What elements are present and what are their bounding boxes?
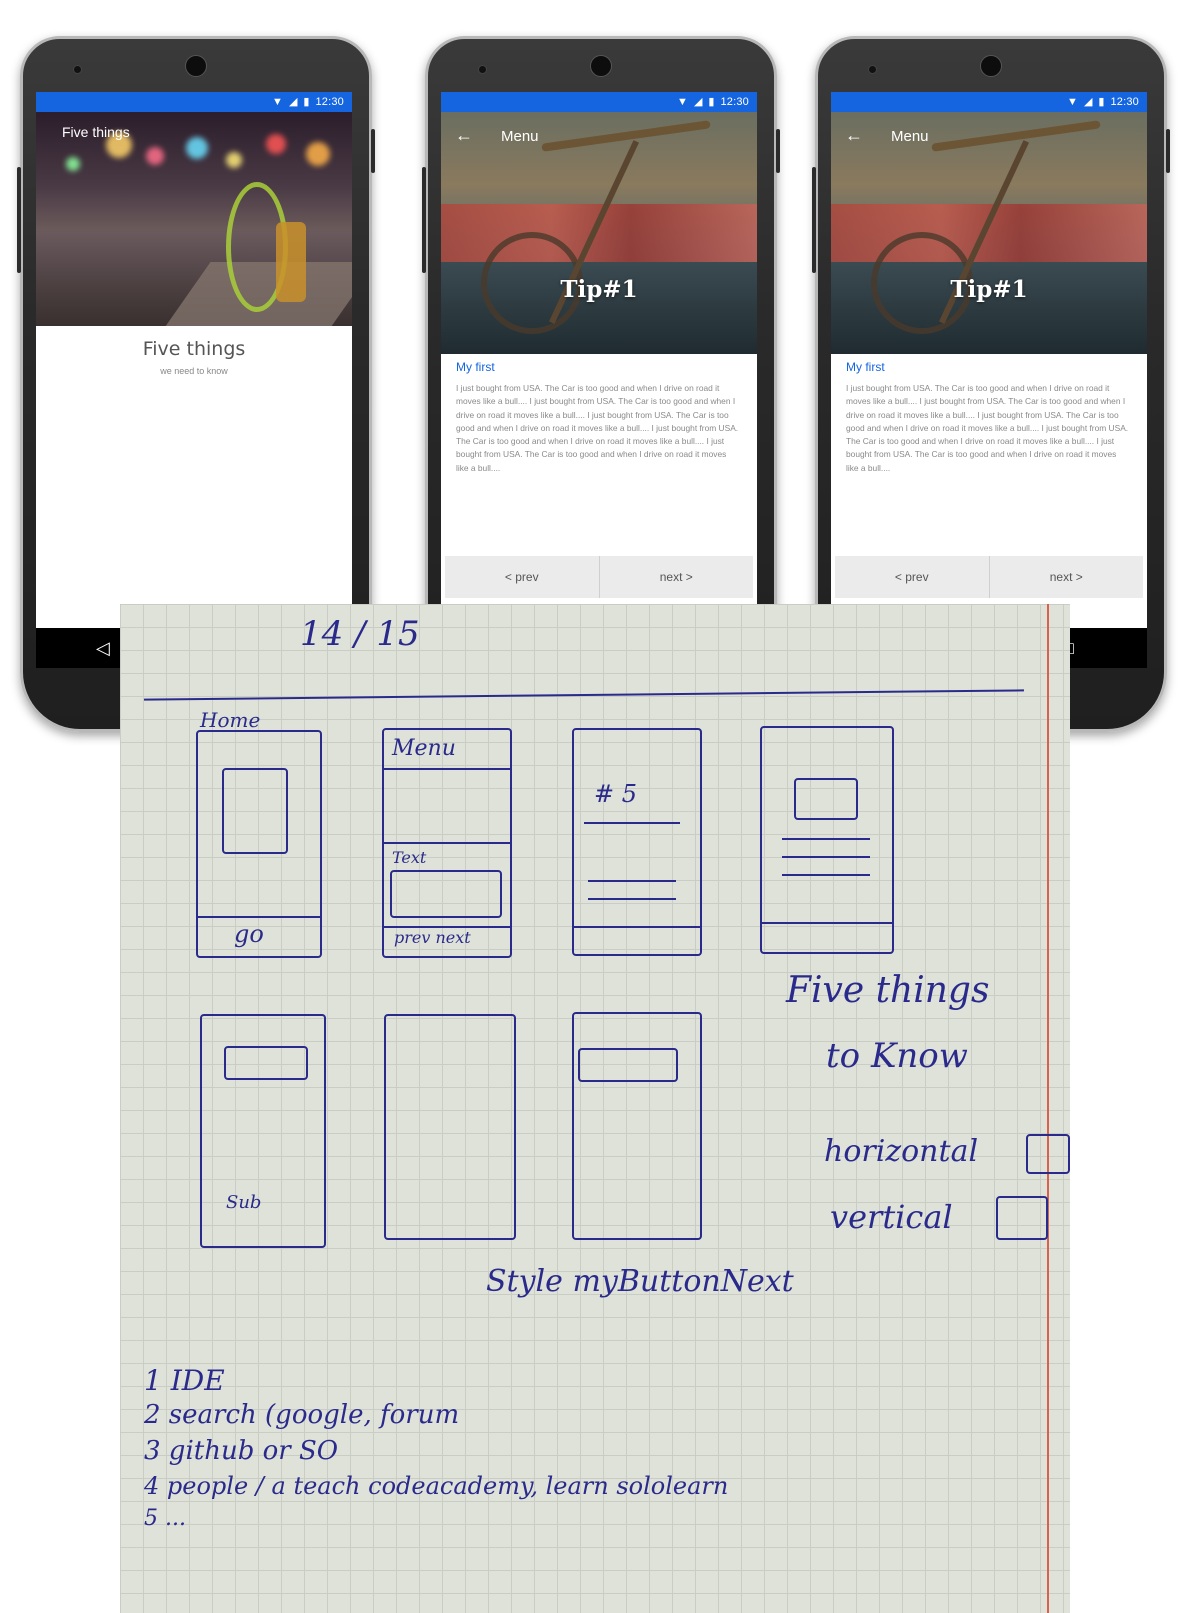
margin-line — [1047, 604, 1049, 1613]
page-subtitle: we need to know — [160, 366, 228, 376]
wifi-icon: ▼ — [1067, 95, 1078, 108]
notebook-sketch: 14 / 15 Home go Menu Text prev next # 5 … — [120, 604, 1070, 1613]
pager: < prev next > — [835, 556, 1143, 598]
list-item: 1 IDE — [144, 1364, 225, 1397]
section-heading: My first — [846, 360, 885, 374]
header-rule — [144, 689, 1024, 701]
list-item: 3 github or SO — [144, 1436, 339, 1466]
body-text: I just bought from USA. The Car is too g… — [846, 383, 1129, 473]
hero-image: ← Menu Tip#1 — [441, 112, 757, 354]
note-horizontal: horizontal — [824, 1134, 979, 1169]
vertical-layout-icon — [996, 1196, 1048, 1240]
next-button[interactable]: next > — [600, 556, 754, 598]
battery-icon: ▮ — [708, 96, 715, 108]
body-text: I just bought from USA. The Car is too g… — [456, 383, 739, 473]
volume-button — [422, 167, 426, 273]
status-time: 12:30 — [720, 95, 749, 108]
hero-title: Tip#1 — [950, 276, 1028, 303]
status-bar: ▼ ◢ ▮ 12:30 — [831, 92, 1147, 112]
hero-image: Five things — [36, 112, 352, 326]
submit-label: Sub — [226, 1192, 262, 1213]
wifi-icon: ▼ — [272, 95, 283, 108]
menu-label: Menu — [392, 736, 456, 761]
status-time: 12:30 — [315, 95, 344, 108]
wifi-icon: ▼ — [677, 95, 688, 108]
signal-icon: ◢ — [693, 96, 703, 108]
camera-sensor — [478, 65, 487, 74]
screen: ▼ ◢ ▮ 12:30 ← Menu Tip#1 My first I just… — [441, 92, 757, 628]
next-button[interactable]: next > — [990, 556, 1144, 598]
speaker — [185, 55, 207, 77]
pager: < prev next > — [445, 556, 753, 598]
volume-button — [17, 167, 21, 273]
list-item: 2 search (google, forum — [144, 1400, 460, 1430]
back-nav-icon[interactable]: ◁ — [96, 637, 110, 659]
status-bar: ▼ ◢ ▮ 12:30 — [441, 92, 757, 112]
camera-sensor — [73, 65, 82, 74]
wireframe-article — [760, 726, 894, 954]
screen: ▼ ◢ ▮ 12:30 ← Menu Tip#1 My first I just… — [831, 92, 1147, 628]
signal-icon: ◢ — [288, 96, 298, 108]
power-button — [776, 129, 780, 173]
wireframe-tip: # 5 — [572, 728, 702, 956]
note-vertical: vertical — [830, 1198, 953, 1236]
note-five-things: Five things — [786, 970, 990, 1011]
speaker — [590, 55, 612, 77]
home-go-label: go — [234, 920, 264, 948]
power-button — [1166, 129, 1170, 173]
back-arrow-icon[interactable]: ← — [845, 125, 863, 146]
sketch-date: 14 / 15 — [300, 614, 420, 654]
status-time: 12:30 — [1110, 95, 1139, 108]
toolbar-title: Menu — [891, 128, 929, 145]
signal-icon: ◢ — [1083, 96, 1093, 108]
camera-sensor — [868, 65, 877, 74]
section-heading: My first — [456, 360, 495, 374]
wireframe-blank — [384, 1014, 516, 1240]
volume-button — [812, 167, 816, 273]
wireframe-menu: Menu Text prev next — [382, 728, 512, 958]
list-item: 5 ... — [144, 1506, 186, 1531]
text-label: Text — [392, 848, 427, 867]
battery-icon: ▮ — [1098, 96, 1105, 108]
note-to-know: to Know — [826, 1036, 968, 1076]
hero-image: ← Menu Tip#1 — [831, 112, 1147, 354]
battery-icon: ▮ — [303, 96, 310, 108]
prev-next-label: prev next — [394, 928, 471, 947]
note-style: Style myButtonNext — [486, 1264, 794, 1299]
back-arrow-icon[interactable]: ← — [455, 125, 473, 146]
prev-button[interactable]: < prev — [835, 556, 989, 598]
page-title: Five things — [142, 338, 246, 360]
speaker — [980, 55, 1002, 77]
prev-button[interactable]: < prev — [445, 556, 599, 598]
wireframe-form: Sub — [200, 1014, 326, 1248]
list-item: 4 people / a teach codeacademy, learn so… — [144, 1472, 729, 1500]
horizontal-layout-icon — [1026, 1134, 1070, 1174]
wireframe-picker — [572, 1012, 702, 1240]
screen: ▼ ◢ ▮ 12:30 Five things Five things we n… — [36, 92, 352, 628]
home-label: Home — [200, 708, 261, 732]
status-bar: ▼ ◢ ▮ 12:30 — [36, 92, 352, 112]
wireframe-home: go — [196, 730, 322, 958]
toolbar-title: Menu — [501, 128, 539, 145]
power-button — [371, 129, 375, 173]
hero-title: Five things — [62, 124, 130, 140]
tip-number-label: # 5 — [594, 780, 638, 808]
hero-title: Tip#1 — [560, 276, 638, 303]
